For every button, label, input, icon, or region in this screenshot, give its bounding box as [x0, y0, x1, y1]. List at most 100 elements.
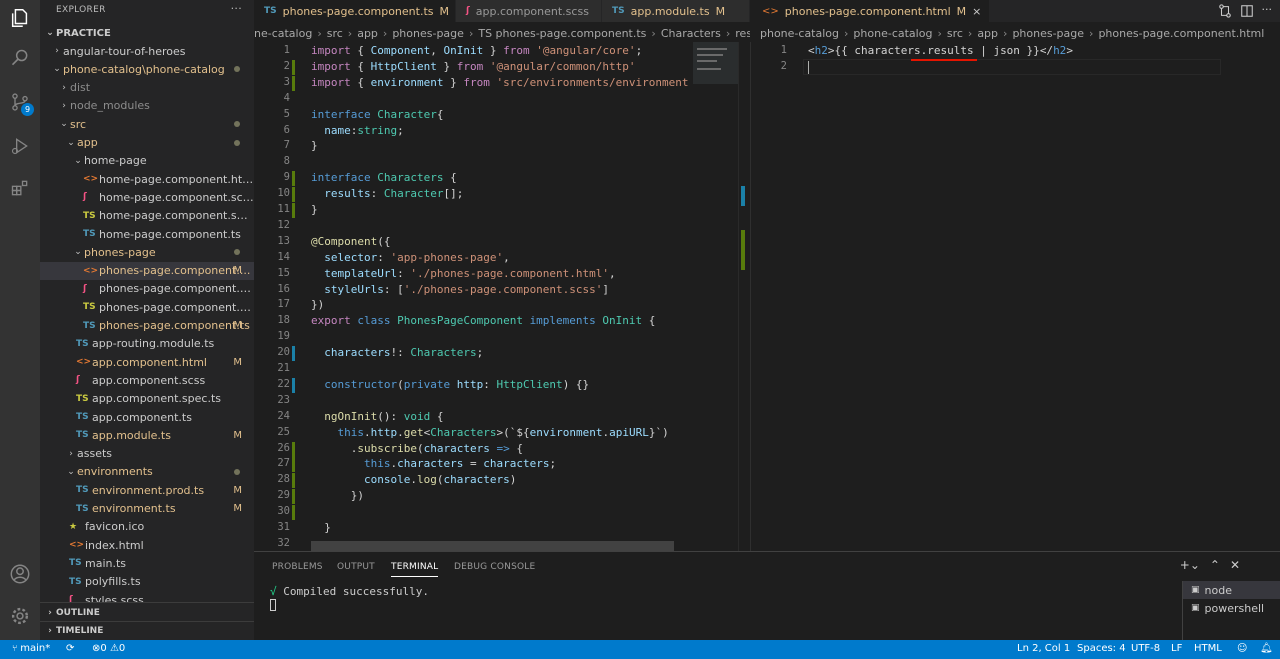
tree-item[interactable]: TS environment.prod.ts M	[40, 481, 254, 499]
panel-tab[interactable]: TERMINAL	[391, 562, 439, 577]
git-status: M	[233, 484, 242, 496]
tree-item[interactable]: TS home-page.component.ts	[40, 225, 254, 243]
modified-indicator: M	[956, 4, 967, 18]
notifications-bell-icon[interactable]: 🔔︎	[1260, 643, 1273, 654]
tree-item-label: dist	[70, 81, 91, 95]
timeline-section[interactable]: › TIMELINE	[40, 621, 254, 640]
workspace-section[interactable]: ⌄ PRACTICE	[40, 24, 254, 42]
cursor-position[interactable]: Ln 2, Col 1	[1017, 643, 1070, 654]
left-code-editor[interactable]: 1 import { Component, OnInit } from '@ang…	[254, 42, 691, 551]
tree-item[interactable]: TS app.component.ts	[40, 408, 254, 426]
extensions-icon[interactable]	[6, 174, 34, 202]
encoding[interactable]: UTF-8	[1131, 643, 1160, 654]
code-line: @Component({	[311, 235, 390, 248]
run-debug-icon[interactable]	[6, 132, 34, 160]
tree-item[interactable]: <> app.component.html M	[40, 353, 254, 371]
terminal-output[interactable]: √ Compiled successfully.	[270, 585, 429, 598]
breadcrumb-item[interactable]: phone-catalog	[760, 27, 839, 40]
tree-item[interactable]: TS main.ts	[40, 554, 254, 572]
tree-item[interactable]: ⌄ home-page	[40, 152, 254, 170]
code-line: characters!: Characters;	[311, 346, 483, 359]
tree-item[interactable]: ★ favicon.ico	[40, 518, 254, 536]
tree-item[interactable]: <> home-page.component.html	[40, 170, 254, 188]
tree-item[interactable]: TS environment.ts M	[40, 500, 254, 518]
breadcrumb-item[interactable]: app	[977, 27, 998, 40]
panel-tab[interactable]: DEBUG CONSOLE	[454, 562, 535, 572]
terminal-instance[interactable]: ▣ node	[1183, 581, 1280, 599]
tree-item[interactable]: › dist	[40, 79, 254, 97]
tree-item[interactable]: TS app.component.spec.ts	[40, 390, 254, 408]
feedback-icon[interactable]: ☺	[1237, 643, 1247, 654]
sync-icon[interactable]: ⟳	[66, 643, 74, 654]
editor-tab[interactable]: TSphones-page.component.tsM×	[254, 0, 456, 22]
tree-item[interactable]: TS polyfills.ts	[40, 573, 254, 591]
editor-tab[interactable]: TS app.module.ts M	[602, 0, 750, 22]
breadcrumb-item[interactable]: phones-page.component.html	[1098, 27, 1264, 40]
tree-item[interactable]: ⌄ app	[40, 134, 254, 152]
breadcrumb-item[interactable]: phones-page	[1012, 27, 1084, 40]
tree-item[interactable]: › node_modules	[40, 97, 254, 115]
editor-tab[interactable]: ʃ app.component.scss	[456, 0, 602, 22]
explorer-icon[interactable]	[6, 4, 34, 32]
bottom-panel: PROBLEMS OUTPUT TERMINAL DEBUG CONSOLE +⌄ ⌃…	[254, 551, 1280, 641]
maximize-panel-icon[interactable]: ⌃	[1210, 558, 1220, 572]
right-code-editor[interactable]: 1 <h2>{{ characters.results | json }}</h2…	[750, 42, 1280, 551]
code-token: })	[311, 489, 364, 503]
account-icon[interactable]	[6, 560, 34, 588]
breadcrumb-item[interactable]: src	[947, 27, 963, 40]
panel-tab[interactable]: OUTPUT	[337, 562, 375, 572]
tree-item[interactable]: TS phones-page.component.ts M	[40, 317, 254, 335]
tree-item[interactable]: <> phones-page.component.... M	[40, 261, 254, 280]
tree-item[interactable]: ʃ app.component.scss	[40, 371, 254, 389]
tree-item[interactable]: ⌄ phone-catalog\phone-catalog	[40, 60, 254, 78]
more-actions-icon[interactable]: ···	[231, 2, 242, 15]
tree-item[interactable]: TS home-page.component.spec.ts	[40, 207, 254, 225]
tree-item[interactable]: TS app-routing.module.ts	[40, 335, 254, 353]
settings-gear-icon[interactable]	[6, 602, 34, 630]
tree-item[interactable]: › angular-tour-of-heroes	[40, 42, 254, 60]
outline-section[interactable]: › OUTLINE	[40, 602, 254, 622]
problems-indicator[interactable]: ⊗0 ⚠0	[92, 643, 125, 654]
tree-item[interactable]: ⌄ phones-page	[40, 243, 254, 261]
search-icon[interactable]	[6, 44, 34, 72]
left-scrollbar[interactable]	[738, 42, 750, 551]
code-token: http	[370, 425, 398, 439]
source-control-icon[interactable]: 9	[6, 88, 34, 116]
breadcrumb-item[interactable]: TS phones-page.component.ts	[478, 27, 646, 40]
language-mode[interactable]: HTML	[1194, 643, 1222, 654]
compare-changes-icon[interactable]	[1218, 3, 1232, 22]
tree-item[interactable]: ⌄ environments	[40, 463, 254, 481]
close-icon[interactable]: ×	[972, 5, 981, 18]
code-token: from	[463, 75, 497, 89]
breadcrumb-item[interactable]: src	[327, 27, 343, 40]
tab-phones-page-component-html[interactable]: <> phones-page.component.html M ×	[750, 0, 991, 22]
tree-item[interactable]: ʃ home-page.component.scss	[40, 188, 254, 206]
more-actions-icon[interactable]: ···	[1262, 3, 1273, 22]
code-token: '@angular/common/http'	[489, 59, 636, 73]
tree-item[interactable]: TSphones-page.component.spec.ts	[40, 298, 254, 316]
branch-indicator[interactable]: ⑂ main*	[12, 643, 50, 654]
terminal-instance[interactable]: ▣ powershell	[1183, 599, 1280, 617]
panel-tab[interactable]: PROBLEMS	[272, 562, 323, 572]
tree-item[interactable]: <> index.html	[40, 536, 254, 554]
tree-item[interactable]: TS app.module.ts M	[40, 426, 254, 444]
tree-item[interactable]: ⌄ src	[40, 115, 254, 133]
code-token: (	[416, 441, 424, 455]
minimap[interactable]	[691, 42, 738, 551]
horizontal-scrollbar[interactable]	[311, 541, 674, 551]
split-editor-icon[interactable]	[1240, 3, 1254, 22]
breadcrumb-item[interactable]: Characters	[661, 27, 721, 40]
breadcrumb-item[interactable]: results	[735, 27, 750, 40]
breadcrumb-item[interactable]: phones-page	[392, 27, 464, 40]
end-of-line[interactable]: LF	[1171, 643, 1182, 654]
breadcrumb-separator-icon: ›	[382, 26, 388, 40]
breadcrumb-item[interactable]: phone-catalog	[853, 27, 932, 40]
new-terminal-icon[interactable]: +⌄	[1180, 558, 1200, 572]
indentation[interactable]: Spaces: 4	[1077, 643, 1126, 654]
breadcrumb-item[interactable]: app	[357, 27, 378, 40]
close-panel-icon[interactable]: ✕	[1230, 558, 1240, 572]
tree-item[interactable]: ʃ phones-page.component.scss	[40, 280, 254, 298]
breadcrumb-item[interactable]: ne-catalog	[254, 27, 312, 40]
tree-item[interactable]: › assets	[40, 445, 254, 463]
line-number: 2	[283, 59, 290, 72]
